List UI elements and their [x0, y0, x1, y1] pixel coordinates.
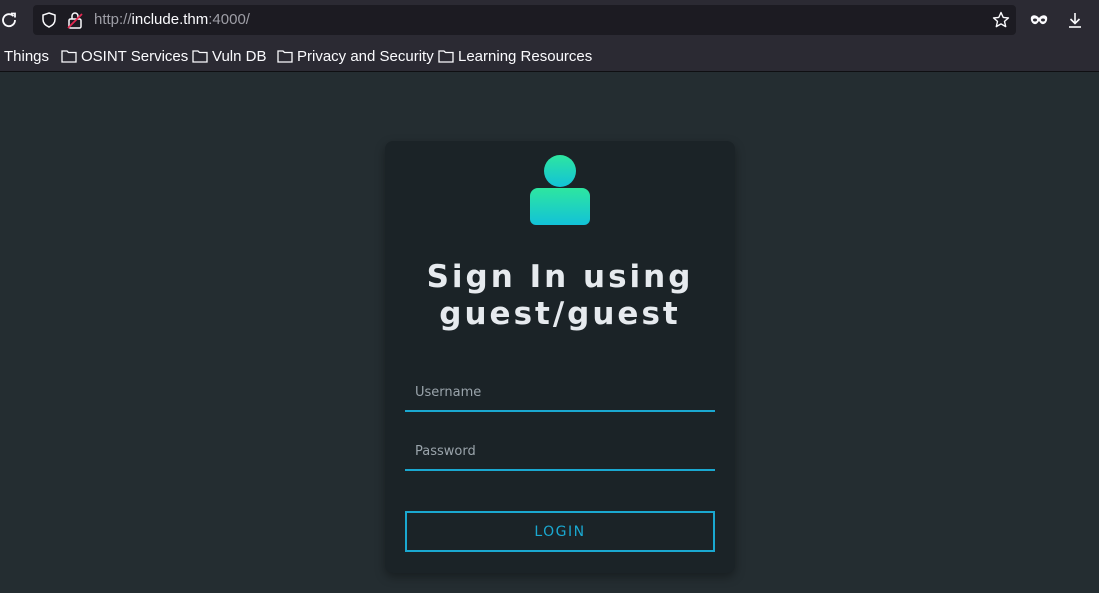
password-input[interactable]: [405, 433, 715, 471]
reload-icon[interactable]: [0, 11, 18, 29]
folder-icon: [277, 50, 293, 63]
bookmark-label: OSINT Services: [81, 47, 189, 65]
username-input[interactable]: [405, 374, 715, 412]
bookmark-label: Privacy and Security: [297, 47, 434, 65]
url-scheme: http://: [94, 11, 132, 28]
bookmark-label: Vuln DB: [212, 47, 267, 65]
bookmark-star-icon[interactable]: [992, 11, 1010, 29]
download-icon[interactable]: [1066, 11, 1084, 29]
browser-toolbar: http://include.thm:4000/: [0, 0, 1099, 40]
folder-icon: [192, 50, 208, 63]
bookmarks-bar: Things OSINT Services Vuln DB Privacy an…: [0, 40, 1099, 72]
shield-icon[interactable]: [41, 12, 57, 28]
bookmark-learning-resources[interactable]: Learning Resources: [438, 46, 592, 66]
folder-icon: [61, 50, 77, 63]
bookmark-label: Learning Resources: [458, 47, 593, 65]
url-host: include.thm: [131, 11, 209, 28]
address-bar[interactable]: http://include.thm:4000/: [33, 5, 1016, 35]
private-mask-icon[interactable]: [1030, 13, 1048, 27]
bookmark-vuln-db[interactable]: Vuln DB: [192, 46, 266, 66]
page-title: Sign In using guest/guest: [385, 259, 735, 333]
folder-icon: [438, 50, 454, 63]
login-card: Sign In using guest/guest LOGIN: [385, 141, 735, 573]
bookmark-things[interactable]: Things: [4, 46, 49, 66]
insecure-lock-icon[interactable]: [67, 11, 83, 29]
bookmark-label: Things: [4, 47, 50, 65]
bookmark-osint-services[interactable]: OSINT Services: [61, 46, 188, 66]
title-line-1: Sign In using: [426, 259, 694, 295]
bookmark-privacy-and-security[interactable]: Privacy and Security: [277, 46, 434, 66]
url-port: :4000/: [208, 11, 250, 28]
user-icon: [530, 155, 590, 225]
login-button[interactable]: LOGIN: [405, 511, 715, 552]
url-text[interactable]: http://include.thm:4000/: [94, 11, 250, 29]
title-line-2: guest/guest: [439, 296, 681, 332]
